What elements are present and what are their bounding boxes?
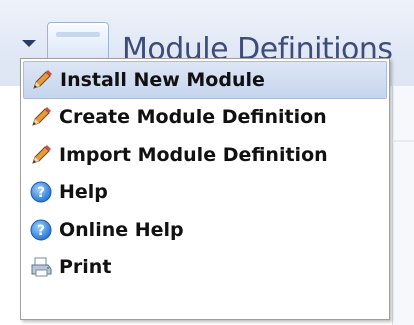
dropdown-arrow-icon[interactable] bbox=[22, 40, 36, 47]
menu-item-label: Create Module Definition bbox=[59, 106, 327, 129]
menu-item-online-help[interactable]: ? Online Help bbox=[23, 211, 387, 249]
pencil-icon bbox=[29, 67, 55, 93]
menu-item-install-new-module[interactable]: Install New Module bbox=[23, 61, 387, 99]
printer-icon bbox=[28, 254, 54, 280]
menu-item-create-module-definition[interactable]: Create Module Definition bbox=[23, 99, 387, 137]
pencil-icon bbox=[28, 104, 54, 130]
menu-item-label: Install New Module bbox=[60, 68, 265, 91]
menu-item-import-module-definition[interactable]: Import Module Definition bbox=[23, 136, 387, 174]
help-icon: ? bbox=[28, 217, 54, 243]
menu-item-label: Online Help bbox=[59, 218, 184, 241]
pencil-icon bbox=[28, 142, 54, 168]
background-panel bbox=[392, 86, 414, 325]
menu-item-print[interactable]: Print bbox=[23, 249, 387, 287]
menu-item-label: Import Module Definition bbox=[59, 143, 328, 166]
svg-text:?: ? bbox=[37, 223, 45, 239]
action-menu: Install New Module Create Module Definit… bbox=[20, 58, 390, 320]
menu-item-label: Print bbox=[59, 256, 112, 279]
menu-item-label: Help bbox=[59, 181, 108, 204]
menu-item-help[interactable]: ? Help bbox=[23, 174, 387, 212]
help-icon: ? bbox=[28, 179, 54, 205]
svg-text:?: ? bbox=[37, 185, 45, 201]
background-divider bbox=[392, 140, 414, 142]
